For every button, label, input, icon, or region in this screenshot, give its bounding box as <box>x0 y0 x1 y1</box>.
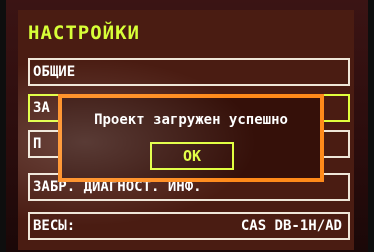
menu-item-general[interactable]: ОБЩИЕ <box>28 58 350 86</box>
menu-item-label: ВЕСЫ: <box>33 218 76 234</box>
device-frame: НАСТРОЙКИ ОБЩИЕ ЗА П ЗАБР. ДИАГНОСТ. ИНФ… <box>0 0 374 252</box>
menu-item-scales[interactable]: ВЕСЫ: CAS DB-1H/AD <box>28 212 350 240</box>
menu-item-value: CAS DB-1H/AD <box>240 218 342 234</box>
menu-item-label: ОБЩИЕ <box>33 64 76 80</box>
page-title: НАСТРОЙКИ <box>28 22 140 44</box>
ok-button[interactable]: OK <box>150 142 234 170</box>
display-screen: НАСТРОЙКИ ОБЩИЕ ЗА П ЗАБР. ДИАГНОСТ. ИНФ… <box>18 10 354 250</box>
dialog-message: Проект загружен успешно <box>94 112 288 128</box>
menu-item-label: П <box>33 136 42 152</box>
success-dialog: Проект загружен успешно OK <box>58 94 324 182</box>
menu-item-label: ЗА <box>33 100 50 116</box>
